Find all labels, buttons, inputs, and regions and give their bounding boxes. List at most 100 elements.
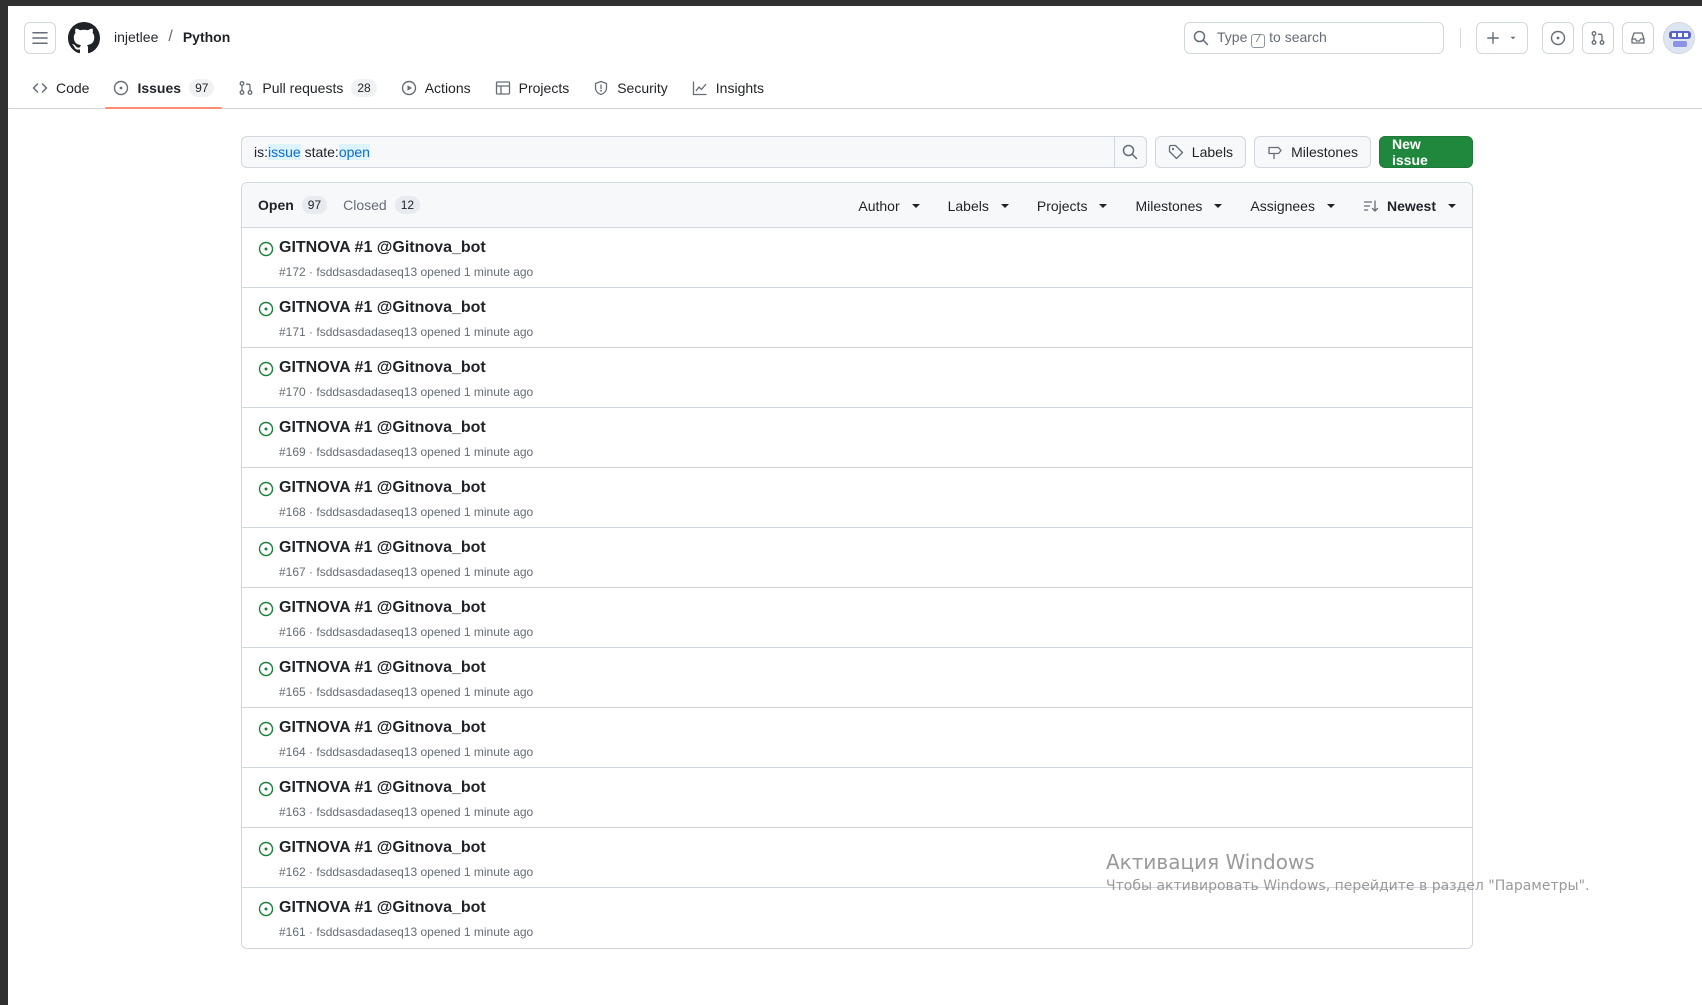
code-icon [32, 82, 48, 93]
issue-row[interactable]: GITNOVA #1 @Gitnova_bot #172 · fsddsasdad… [242, 228, 1472, 288]
tab-security[interactable]: Security [585, 70, 676, 109]
issue-opened-icon [258, 841, 274, 857]
global-search-input[interactable]: Type / to search [1184, 22, 1444, 54]
issue-meta: #162 · fsddsasdadaseq13 opened 1 minute … [279, 865, 534, 879]
issue-number: #168 [279, 505, 306, 519]
search-placeholder-prefix: Type [1217, 28, 1248, 45]
milestones-button[interactable]: Milestones [1254, 136, 1371, 168]
tab-actions[interactable]: Actions [393, 70, 479, 109]
issue-author-link[interactable]: fsddsasdadaseq13 [316, 685, 417, 699]
issue-title-link[interactable]: GITNOVA #1 @Gitnova_bot [279, 419, 486, 437]
issues-shortcut-button[interactable] [1542, 22, 1574, 54]
issue-opened-icon [114, 80, 129, 95]
issue-author-link[interactable]: fsddsasdadaseq13 [316, 805, 417, 819]
issue-author-link[interactable]: fsddsasdadaseq13 [316, 745, 417, 759]
tab-pull-requests[interactable]: Pull requests 28 [230, 70, 384, 109]
issue-opened-icon [258, 781, 274, 797]
tab-code[interactable]: Code [24, 70, 97, 109]
sort-dropdown[interactable]: Newest [1363, 198, 1456, 214]
triangle-down-icon [1510, 36, 1516, 40]
closed-issues-count: 12 [394, 196, 421, 214]
play-icon [401, 80, 416, 95]
repo-name-link[interactable]: Python [183, 29, 230, 45]
labels-button[interactable]: Labels [1154, 136, 1247, 168]
tab-insights[interactable]: Insights [684, 70, 772, 109]
tab-code-label: Code [56, 79, 90, 96]
projects-filter-dropdown[interactable]: Projects [1037, 198, 1108, 214]
issue-title-link[interactable]: GITNOVA #1 @Gitnova_bot [279, 839, 486, 857]
issue-author-link[interactable]: fsddsasdadaseq13 [316, 265, 417, 279]
pull-requests-shortcut-button[interactable] [1582, 22, 1614, 54]
issue-title-link[interactable]: GITNOVA #1 @Gitnova_bot [279, 899, 486, 917]
header-divider [1460, 28, 1461, 48]
create-new-button[interactable] [1476, 22, 1528, 54]
projects-filter-label: Projects [1036, 197, 1088, 214]
github-logo-icon[interactable] [68, 22, 100, 54]
user-avatar[interactable] [1663, 22, 1695, 54]
issue-meta: #161 · fsddsasdadaseq13 opened 1 minute … [279, 925, 534, 939]
issue-author-link[interactable]: fsddsasdadaseq13 [316, 325, 417, 339]
chevron-down-icon [1448, 203, 1456, 208]
issue-title-link[interactable]: GITNOVA #1 @Gitnova_bot [279, 539, 486, 557]
issue-number: #164 [279, 745, 306, 759]
issue-title-link[interactable]: GITNOVA #1 @Gitnova_bot [279, 719, 486, 737]
git-pull-request-icon [239, 80, 253, 95]
issues-filter-row: is: issue state: open Labels Milestones … [241, 136, 1473, 168]
issue-author-link[interactable]: fsddsasdadaseq13 [316, 925, 417, 939]
author-filter-label: Author [858, 197, 900, 214]
notifications-button[interactable] [1622, 22, 1654, 54]
assignees-filter-dropdown[interactable]: Assignees [1250, 198, 1335, 214]
closed-issues-filter[interactable]: Closed 12 [343, 196, 421, 214]
issue-title-link[interactable]: GITNOVA #1 @Gitnova_bot [279, 659, 486, 677]
sort-desc-icon [1363, 199, 1379, 212]
issue-opened-time: opened 1 minute ago [420, 745, 534, 759]
issue-title-link[interactable]: GITNOVA #1 @Gitnova_bot [279, 479, 486, 497]
issue-opened-icon [258, 901, 274, 917]
milestones-filter-dropdown[interactable]: Milestones [1135, 197, 1223, 214]
issue-row[interactable]: GITNOVA #1 @Gitnova_bot #168 · fsddsasdad… [242, 468, 1472, 528]
tab-issues[interactable]: Issues 97 [105, 70, 223, 109]
issue-author-link[interactable]: fsddsasdadaseq13 [316, 865, 417, 879]
chevron-down-icon [1326, 203, 1335, 208]
new-issue-button[interactable]: New issue [1378, 136, 1473, 168]
issue-row[interactable]: GITNOVA #1 @Gitnova_bot #167 · fsddsasdad… [242, 528, 1472, 588]
issue-number: #166 [279, 625, 306, 639]
issues-filter-input[interactable]: is: issue state: open [241, 136, 1116, 168]
issue-row[interactable]: GITNOVA #1 @Gitnova_bot #170 · fsddsasdad… [242, 348, 1472, 408]
issue-title-link[interactable]: GITNOVA #1 @Gitnova_bot [279, 359, 486, 377]
labels-filter-dropdown[interactable]: Labels [948, 198, 1009, 214]
menu-button[interactable] [24, 22, 56, 54]
breadcrumb: injetlee / Python [114, 28, 230, 46]
issue-title-link[interactable]: GITNOVA #1 @Gitnova_bot [279, 779, 486, 797]
watermark-title: Активация Windows [1106, 850, 1315, 874]
issue-opened-icon [258, 481, 274, 497]
filter-search-button[interactable] [1115, 136, 1147, 168]
closed-issues-label: Closed [343, 197, 387, 213]
issue-author-link[interactable]: fsddsasdadaseq13 [316, 625, 417, 639]
milestones-filter-label: Milestones [1135, 197, 1203, 214]
labels-filter-label: Labels [947, 197, 989, 214]
issue-number: #172 [279, 265, 306, 279]
issue-rows: GITNOVA #1 @Gitnova_bot #172 · fsddsasdad… [242, 228, 1472, 948]
issue-row[interactable]: GITNOVA #1 @Gitnova_bot #171 · fsddsasdad… [242, 288, 1472, 348]
query-state-key: state: [300, 144, 339, 160]
issue-row[interactable]: GITNOVA #1 @Gitnova_bot #164 · fsddsasdad… [242, 708, 1472, 768]
issue-title-link[interactable]: GITNOVA #1 @Gitnova_bot [279, 599, 486, 617]
issue-row[interactable]: GITNOVA #1 @Gitnova_bot #163 · fsddsasdad… [242, 768, 1472, 828]
author-filter-dropdown[interactable]: Author [858, 197, 920, 214]
issue-title-link[interactable]: GITNOVA #1 @Gitnova_bot [279, 239, 486, 257]
avatar-image-icon [1664, 23, 1694, 53]
issue-author-link[interactable]: fsddsasdadaseq13 [316, 445, 417, 459]
issue-opened-icon [258, 421, 274, 437]
issue-row[interactable]: GITNOVA #1 @Gitnova_bot #169 · fsddsasdad… [242, 408, 1472, 468]
issue-title-link[interactable]: GITNOVA #1 @Gitnova_bot [279, 299, 486, 317]
issue-author-link[interactable]: fsddsasdadaseq13 [316, 565, 417, 579]
open-issues-filter[interactable]: Open 97 [258, 196, 328, 214]
issue-row[interactable]: GITNOVA #1 @Gitnova_bot #161 · fsddsasdad… [242, 888, 1472, 948]
issue-row[interactable]: GITNOVA #1 @Gitnova_bot #166 · fsddsasdad… [242, 588, 1472, 648]
repo-owner-link[interactable]: injetlee [114, 29, 158, 45]
issue-row[interactable]: GITNOVA #1 @Gitnova_bot #165 · fsddsasdad… [242, 648, 1472, 708]
issue-author-link[interactable]: fsddsasdadaseq13 [316, 505, 417, 519]
tab-projects[interactable]: Projects [487, 70, 578, 109]
issue-author-link[interactable]: fsddsasdadaseq13 [316, 385, 417, 399]
